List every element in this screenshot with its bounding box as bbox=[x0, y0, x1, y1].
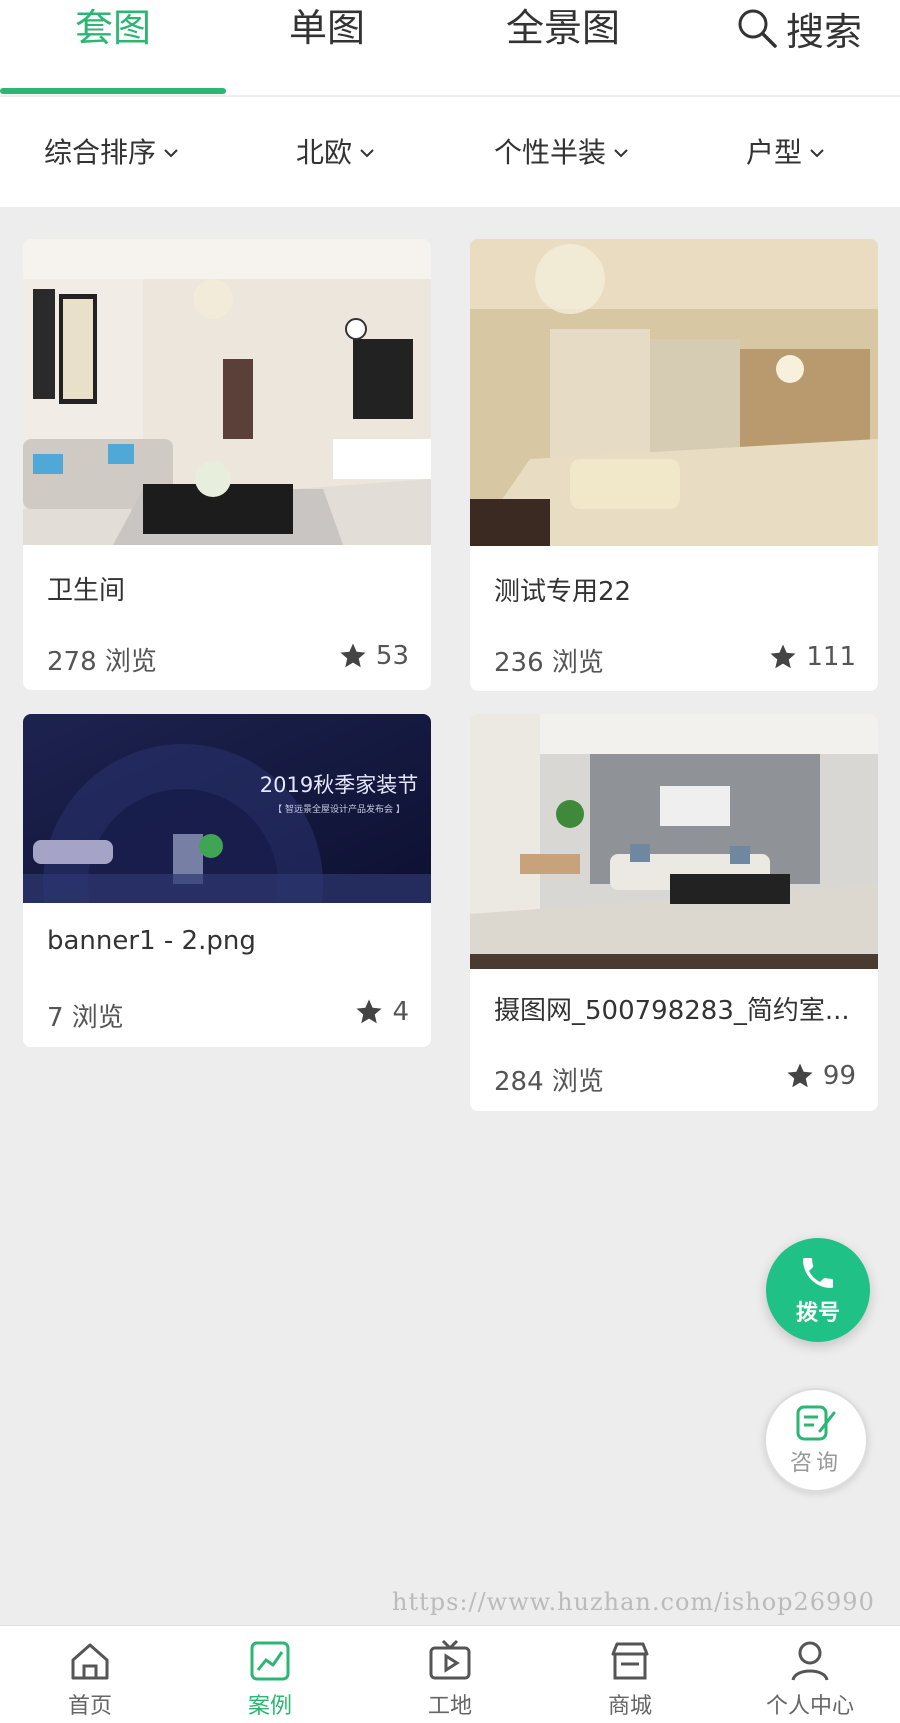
nav-label-store: 商城 bbox=[607, 1694, 652, 1719]
favorite-count[interactable]: 111 bbox=[768, 642, 856, 672]
favorite-count[interactable]: 99 bbox=[785, 1061, 856, 1091]
star-icon bbox=[356, 999, 382, 1024]
consult-label: 咨询 bbox=[789, 1451, 842, 1476]
case-card[interactable]: 摄图网_500798283_简约室... 284 浏览 99 bbox=[470, 714, 878, 1111]
search-button[interactable]: 搜索 bbox=[736, 0, 862, 56]
view-count: 7 浏览 bbox=[47, 1003, 124, 1033]
call-button[interactable]: 拨号 bbox=[766, 1238, 870, 1342]
home-icon bbox=[71, 1643, 109, 1680]
consult-button[interactable]: 咨询 bbox=[764, 1388, 868, 1492]
view-count: 284 浏览 bbox=[494, 1067, 604, 1097]
favorite-count[interactable]: 4 bbox=[354, 997, 409, 1027]
star-icon bbox=[787, 1063, 813, 1088]
favorite-count-value: 99 bbox=[822, 1061, 856, 1091]
nav-label-home: 首页 bbox=[67, 1694, 112, 1719]
watermark-text: https://www.huzhan.com/ishop26990 bbox=[392, 1588, 875, 1616]
case-thumbnail: 2019秋季家装节 【 智远景全屋设计产品发布会 】 bbox=[23, 714, 431, 903]
chevron-down-icon bbox=[360, 149, 374, 158]
favorite-count[interactable]: 53 bbox=[338, 641, 409, 671]
chevron-down-icon bbox=[810, 149, 824, 158]
nav-label-sites: 工地 bbox=[427, 1694, 472, 1719]
filter-decoration-label: 个性半装 bbox=[494, 136, 607, 169]
tv-play-icon bbox=[429, 1639, 471, 1680]
nav-label-cases: 案例 bbox=[247, 1694, 292, 1719]
chevron-down-icon bbox=[164, 149, 178, 158]
filter-style-label: 北欧 bbox=[296, 136, 353, 169]
case-title: 测试专用22 bbox=[494, 577, 632, 607]
filter-layout[interactable]: 户型 bbox=[746, 133, 826, 173]
phone-icon bbox=[803, 1258, 833, 1288]
user-icon bbox=[791, 1641, 829, 1681]
nav-item-store[interactable]: 商城 bbox=[570, 1638, 690, 1720]
nav-item-profile[interactable]: 个人中心 bbox=[750, 1638, 870, 1720]
case-title: 卫生间 bbox=[47, 576, 126, 606]
nav-item-cases[interactable]: 案例 bbox=[210, 1638, 330, 1720]
chevron-down-icon bbox=[614, 149, 628, 158]
top-tab-bar: 套图 单图 全景图 搜索 bbox=[0, 0, 900, 96]
store-icon bbox=[611, 1642, 649, 1680]
case-card[interactable]: 卫生间 278 浏览 53 bbox=[23, 239, 431, 690]
case-thumbnail bbox=[470, 239, 878, 546]
search-label: 搜索 bbox=[786, 9, 863, 54]
bottom-nav: 首页 案例 工地 商城 个人中心 bbox=[0, 1625, 900, 1723]
search-icon bbox=[738, 9, 777, 48]
favorite-count-value: 4 bbox=[392, 997, 409, 1027]
nav-item-home[interactable]: 首页 bbox=[30, 1638, 150, 1720]
tab-panorama[interactable]: 全景图 bbox=[500, 0, 626, 60]
star-icon bbox=[770, 644, 796, 669]
active-tab-indicator bbox=[0, 88, 226, 94]
tab-set-images[interactable]: 套图 bbox=[62, 0, 164, 60]
favorite-count-value: 53 bbox=[375, 641, 409, 671]
view-count: 236 浏览 bbox=[494, 648, 604, 678]
filter-layout-label: 户型 bbox=[746, 136, 803, 169]
case-title: 摄图网_500798283_简约室... bbox=[494, 996, 850, 1026]
case-thumbnail bbox=[470, 714, 878, 969]
case-thumbnail bbox=[23, 239, 431, 545]
filter-sort-label: 综合排序 bbox=[44, 136, 157, 169]
filter-decoration[interactable]: 个性半装 bbox=[494, 133, 630, 173]
case-card[interactable]: 2019秋季家装节 【 智远景全屋设计产品发布会 】 banner1 - 2.p… bbox=[23, 714, 431, 1047]
banner-headline: 2019秋季家装节 bbox=[260, 773, 418, 797]
case-title: banner1 - 2.png bbox=[47, 926, 256, 956]
favorite-count-value: 111 bbox=[806, 642, 856, 672]
banner-subline: 【 智远景全屋设计产品发布会 】 bbox=[273, 803, 405, 815]
filter-bar: 综合排序 北欧 个性半装 户型 bbox=[0, 97, 900, 207]
nav-item-sites[interactable]: 工地 bbox=[390, 1638, 510, 1720]
chart-icon bbox=[250, 1641, 290, 1681]
star-icon bbox=[340, 643, 366, 668]
nav-label-profile: 个人中心 bbox=[765, 1694, 854, 1719]
case-card[interactable]: 测试专用22 236 浏览 111 bbox=[470, 239, 878, 691]
view-count: 278 浏览 bbox=[47, 647, 157, 677]
call-label: 拨号 bbox=[795, 1301, 840, 1326]
edit-note-icon bbox=[796, 1405, 836, 1441]
filter-style[interactable]: 北欧 bbox=[296, 133, 376, 173]
tab-single-images[interactable]: 单图 bbox=[276, 0, 378, 60]
filter-sort[interactable]: 综合排序 bbox=[44, 133, 180, 173]
